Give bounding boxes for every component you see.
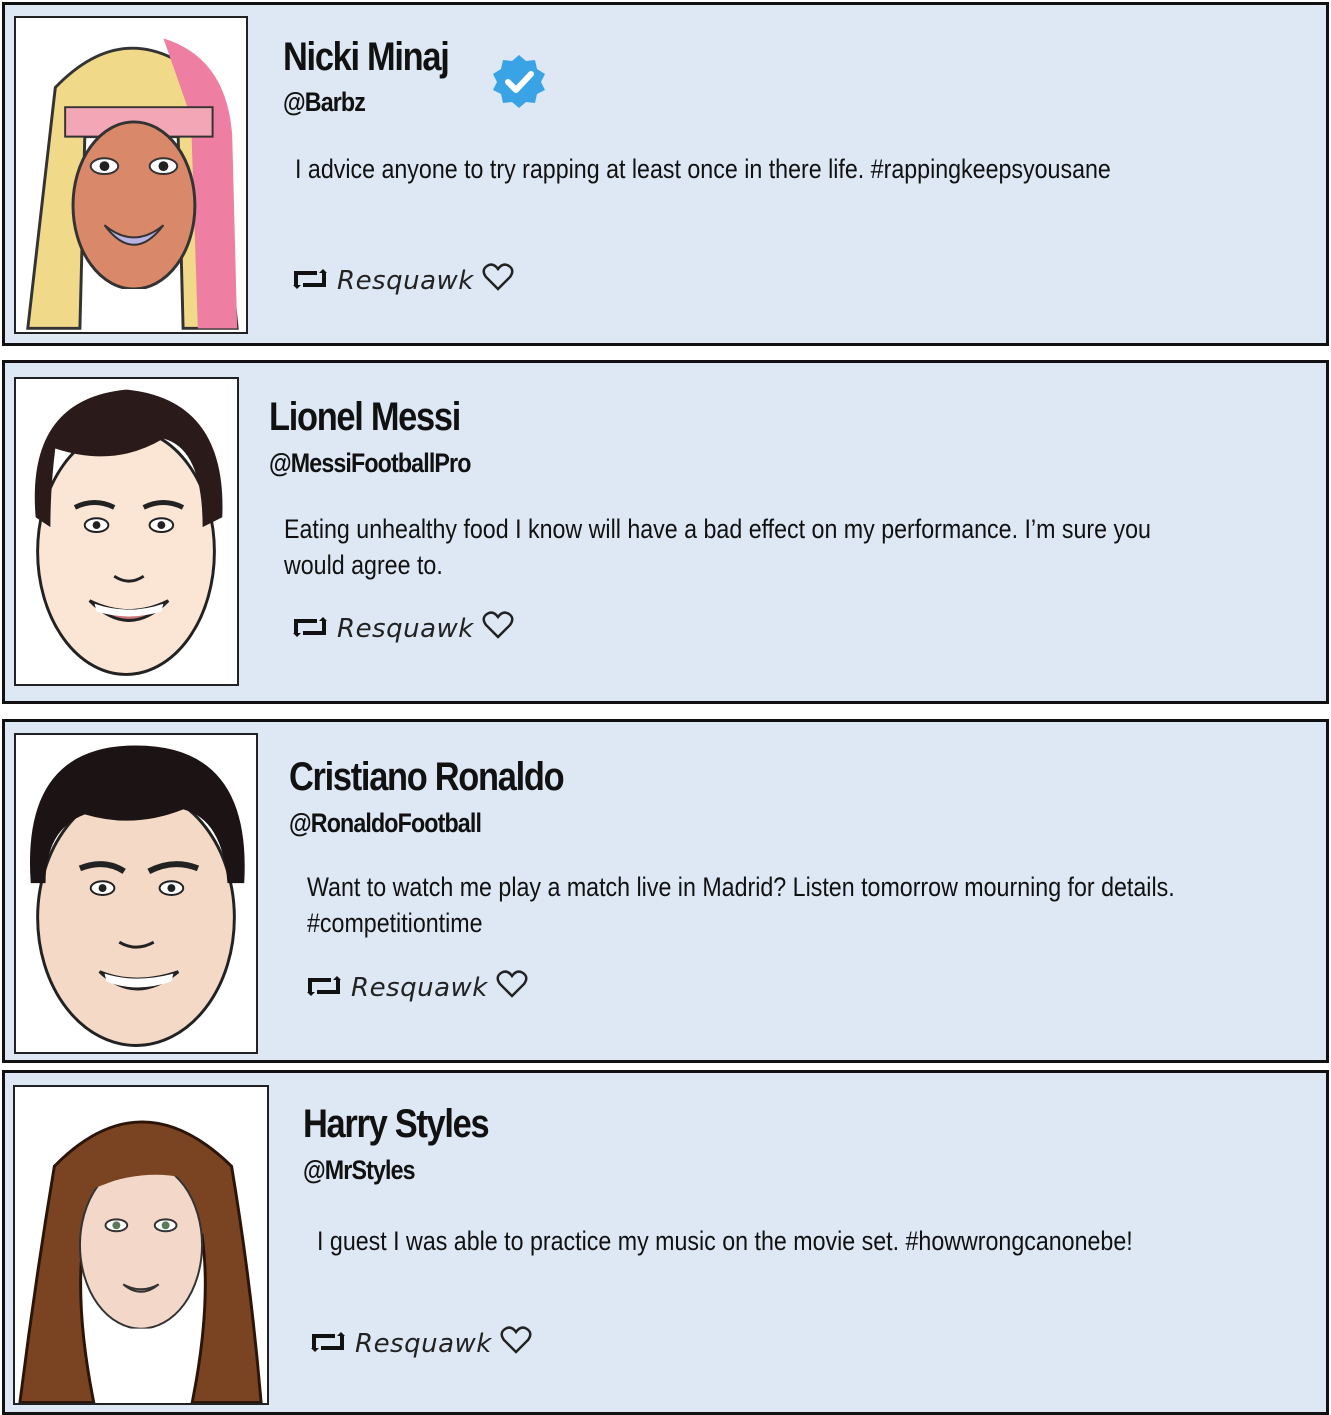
user-handle[interactable]: @MessiFootballPro [269,448,471,479]
post-card: Cristiano Ronaldo @RonaldoFootball Want … [2,719,1329,1063]
harry-styles-avatar-icon [18,1120,263,1403]
post-text: Eating unhealthy food I know will have a… [284,514,1151,580]
display-name[interactable]: Cristiano Ronaldo [289,755,565,800]
user-handle[interactable]: @RonaldoFootball [289,808,482,839]
post-text: I advice anyone to try rapping at least … [295,154,1111,184]
post-actions: Resquawk [291,263,514,298]
post-card: Harry Styles @MrStyles I guest I was abl… [2,1070,1329,1415]
post-card: Lionel Messi @MessiFootballPro Eating un… [2,360,1329,704]
post-text: Want to watch me play a match live in Ma… [307,872,1175,938]
post-text: I guest I was able to practice my music … [317,1226,1133,1256]
user-handle[interactable]: @MrStyles [303,1155,416,1186]
display-name[interactable]: Nicki Minaj [283,35,450,80]
resquawk-icon[interactable] [291,266,329,296]
user-handle[interactable]: @Barbz [283,87,366,118]
resquawk-button[interactable]: Resquawk [337,614,474,644]
resquawk-icon[interactable] [291,614,329,644]
post-card: Nicki Minaj @Barbz I advice anyone to tr… [2,2,1329,346]
heart-icon[interactable] [482,611,514,646]
resquawk-button[interactable]: Resquawk [355,1329,492,1359]
post-actions: Resquawk [291,611,514,646]
verified-badge-icon [489,51,549,111]
avatar[interactable] [14,377,239,686]
avatar[interactable] [14,16,248,334]
heart-icon[interactable] [482,263,514,298]
post-actions: Resquawk [309,1326,532,1361]
resquawk-button[interactable]: Resquawk [351,973,488,1003]
resquawk-button[interactable]: Resquawk [337,266,474,296]
post-actions: Resquawk [305,970,528,1005]
resquawk-icon[interactable] [305,973,343,1003]
avatar[interactable] [13,1085,269,1405]
resquawk-icon[interactable] [309,1329,347,1359]
heart-icon[interactable] [496,970,528,1005]
heart-icon[interactable] [500,1326,532,1361]
display-name[interactable]: Lionel Messi [269,395,461,440]
cristiano-ronaldo-avatar-icon [29,745,245,1047]
nicki-minaj-avatar-icon [26,38,239,332]
lionel-messi-avatar-icon [34,389,223,676]
display-name[interactable]: Harry Styles [303,1102,490,1147]
avatar[interactable] [14,733,258,1054]
